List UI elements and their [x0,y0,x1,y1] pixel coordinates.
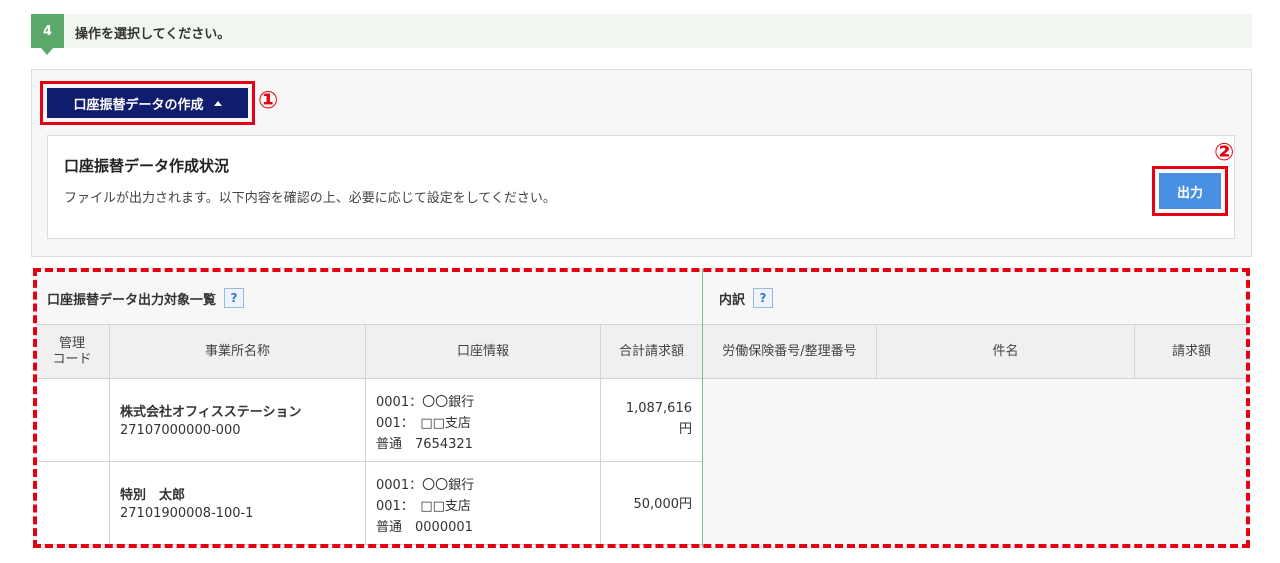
create-transfer-data-toggle-button[interactable]: 口座振替データの作成 [47,88,248,118]
status-card-title: 口座振替データ作成状況 [64,157,230,175]
step-bar: 4 操作を選択してください。 [31,14,1252,55]
marker-1: ① [258,86,279,114]
caret-up-icon [213,100,222,106]
status-card: 口座振替データ作成状況 ファイルが出力されます。以下内容を確認の上、必要に応じて… [47,135,1235,239]
toggle-label: 口座振替データの作成 [73,96,204,112]
status-card-description: ファイルが出力されます。以下内容を確認の上、必要に応じて設定をしてください。 [64,191,556,206]
step-number-badge: 4 [31,14,64,55]
step-instruction: 操作を選択してください。 [75,27,231,42]
highlight-dashed-box [33,268,1250,548]
output-button[interactable]: 出力 [1159,173,1221,209]
marker-2: ② [1214,138,1235,166]
